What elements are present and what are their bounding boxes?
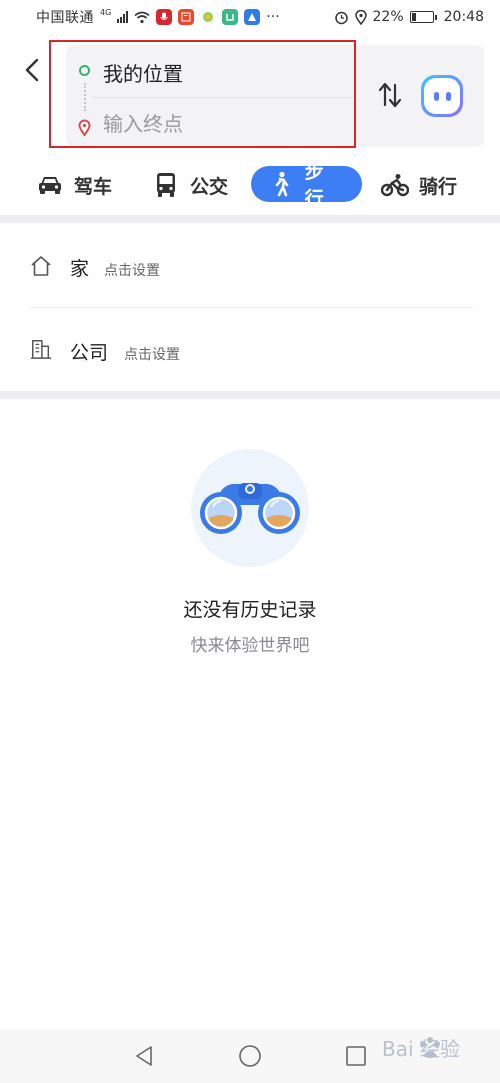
place-office-hint: 点击设置 xyxy=(124,347,180,363)
empty-state-subtitle: 快来体验世界吧 xyxy=(190,636,310,656)
chevron-left-icon xyxy=(25,58,39,82)
voice-assistant-button[interactable] xyxy=(421,75,463,117)
tab-walk-label: 步行 xyxy=(304,161,324,210)
news-app-icon xyxy=(178,9,195,25)
back-button[interactable] xyxy=(20,56,44,84)
car-icon xyxy=(36,171,64,199)
map-app-icon xyxy=(244,9,261,25)
status-bar: 中国联通 4G ··· 22% 20:48 xyxy=(0,0,500,34)
mi-app-icon xyxy=(222,9,239,25)
tab-walk[interactable]: 步行 xyxy=(251,161,362,210)
baidu-jingyan-watermark: Bai 经验 xyxy=(380,1030,500,1070)
assistant-face-icon xyxy=(424,78,460,114)
home-icon xyxy=(31,256,51,276)
tab-bus[interactable]: 公交 xyxy=(152,167,228,203)
tab-bus-label: 公交 xyxy=(190,175,229,198)
place-office-name: 公司 xyxy=(70,342,109,364)
location-icon xyxy=(354,9,367,25)
section-divider xyxy=(0,215,500,223)
section-divider xyxy=(0,391,500,399)
place-home-hint: 点击设置 xyxy=(104,263,160,279)
bus-icon xyxy=(152,171,180,199)
binoculars-icon xyxy=(191,449,309,567)
swap-route-button[interactable] xyxy=(376,80,404,110)
tab-bike-label: 骑行 xyxy=(419,175,458,198)
route-header: 我的位置 输入终点 xyxy=(0,40,500,155)
wifi-icon xyxy=(134,11,150,23)
nav-back-icon[interactable] xyxy=(132,1044,156,1068)
clock-time: 20:48 xyxy=(443,9,484,25)
more-notifications-indicator: ··· xyxy=(266,9,280,25)
highlight-frame xyxy=(49,40,356,148)
place-home-name: 家 xyxy=(70,258,90,280)
office-building-icon xyxy=(30,340,52,359)
tab-bike[interactable]: 骑行 xyxy=(381,167,457,203)
microphone-app-icon xyxy=(156,9,173,25)
nav-home-icon[interactable] xyxy=(238,1044,262,1068)
battery-icon xyxy=(409,11,437,23)
lemon-app-icon xyxy=(200,9,217,25)
bike-icon xyxy=(381,171,409,199)
tab-drive-label: 驾车 xyxy=(74,175,113,198)
watermark-text: Bai 经验 xyxy=(382,1037,460,1061)
place-office[interactable]: 公司 点击设置 xyxy=(0,308,500,390)
tab-drive[interactable]: 驾车 xyxy=(36,167,112,203)
place-home[interactable]: 家 点击设置 xyxy=(0,226,500,308)
travel-mode-tabs: 驾车 公交 步行 骑行 xyxy=(0,160,500,210)
walk-icon xyxy=(267,170,295,198)
network-type: 4G xyxy=(100,8,112,17)
alarm-icon xyxy=(334,11,348,24)
empty-state-title: 还没有历史记录 xyxy=(183,599,317,621)
battery-percent: 22% xyxy=(372,9,404,25)
signal-icon xyxy=(117,11,129,23)
carrier-label: 中国联通 xyxy=(36,10,94,26)
nav-recents-icon[interactable] xyxy=(344,1044,368,1068)
